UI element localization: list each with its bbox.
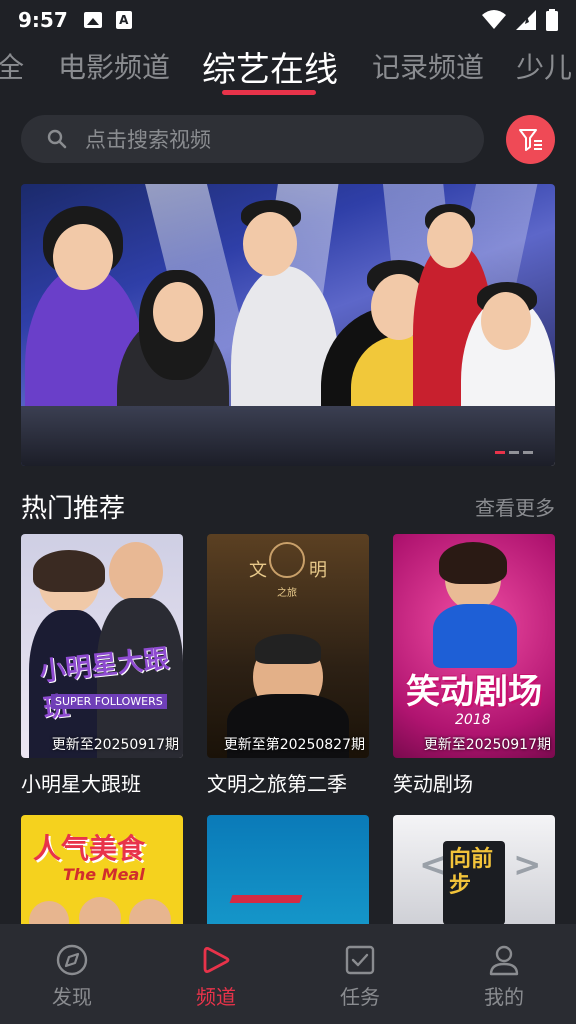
nav-discover[interactable]: 发现: [0, 924, 144, 1024]
search-input[interactable]: 点击搜索视频: [21, 115, 484, 163]
card-show-6[interactable]: < 向前步 >: [393, 815, 555, 925]
battery-icon: [546, 9, 558, 31]
nav-label: 频道: [196, 984, 236, 1009]
active-tab-indicator: [222, 90, 316, 95]
nav-profile[interactable]: 我的: [432, 924, 576, 1024]
poster-image: 人气美食 The Meal: [21, 815, 183, 925]
card-show-5[interactable]: [207, 815, 369, 925]
card-title: 文明之旅第二季: [207, 772, 347, 796]
image-notification-icon: [83, 12, 102, 28]
update-badge: 更新至第20250827期: [223, 737, 365, 753]
play-icon: [203, 946, 230, 973]
update-badge: 更新至20250917期: [423, 737, 551, 753]
card-title: 笑动剧场: [393, 772, 473, 796]
card-show-2[interactable]: 文 明 之旅 更新至第20250827期 文明之旅第二季: [207, 534, 369, 797]
tab-movie[interactable]: 电影频道: [58, 46, 170, 86]
carousel-indicator: [495, 451, 533, 454]
tab-kids[interactable]: 少儿: [516, 46, 572, 86]
filter-icon: [518, 128, 542, 151]
poster-image: < 向前步 >: [393, 815, 555, 925]
poster-image: [207, 815, 369, 925]
bottom-navigation: 发现 频道 任务 我的: [0, 924, 576, 1024]
card-show-4[interactable]: 人气美食 The Meal: [21, 815, 183, 925]
nav-label: 我的: [484, 984, 524, 1009]
poster-image: 笑动剧场 2018 更新至20250917期: [393, 534, 555, 758]
card-show-3[interactable]: 笑动剧场 2018 更新至20250917期 笑动剧场: [393, 534, 555, 797]
poster-image: 小明星大跟班 SUPER FOLLOWERS 更新至20250917期: [21, 534, 183, 758]
search-icon: [47, 129, 67, 149]
tab-documentary[interactable]: 记录频道: [372, 46, 484, 86]
compass-icon: [56, 944, 88, 975]
search-placeholder: 点击搜索视频: [85, 128, 211, 152]
banner-carousel[interactable]: [21, 184, 555, 466]
poster-image: 文 明 之旅 更新至第20250827期: [207, 534, 369, 758]
see-more-link[interactable]: 查看更多: [475, 492, 555, 521]
nav-tasks[interactable]: 任务: [288, 924, 432, 1024]
section-title: 热门推荐: [21, 494, 126, 524]
card-show-1[interactable]: 小明星大跟班 SUPER FOLLOWERS 更新至20250917期 小明星大…: [21, 534, 183, 797]
tab-variety[interactable]: 综艺在线: [202, 42, 338, 91]
card-title: 小明星大跟班: [21, 772, 141, 796]
status-bar: 9:57 A: [0, 0, 576, 40]
wifi-icon: [482, 10, 506, 29]
a-notification-icon: A: [115, 11, 132, 29]
nav-channel[interactable]: 频道: [144, 924, 288, 1024]
status-time: 9:57: [18, 8, 68, 32]
nav-label: 任务: [340, 984, 380, 1009]
signal-icon: [516, 10, 536, 30]
tab-all[interactable]: 全: [0, 46, 24, 86]
nav-label: 发现: [52, 984, 92, 1009]
filter-button[interactable]: [506, 115, 555, 164]
channel-tabs: 全 电影频道 综艺在线 记录频道 少儿: [0, 40, 576, 100]
update-badge: 更新至20250917期: [51, 737, 179, 753]
user-icon: [489, 945, 519, 975]
task-check-icon: [345, 945, 375, 974]
